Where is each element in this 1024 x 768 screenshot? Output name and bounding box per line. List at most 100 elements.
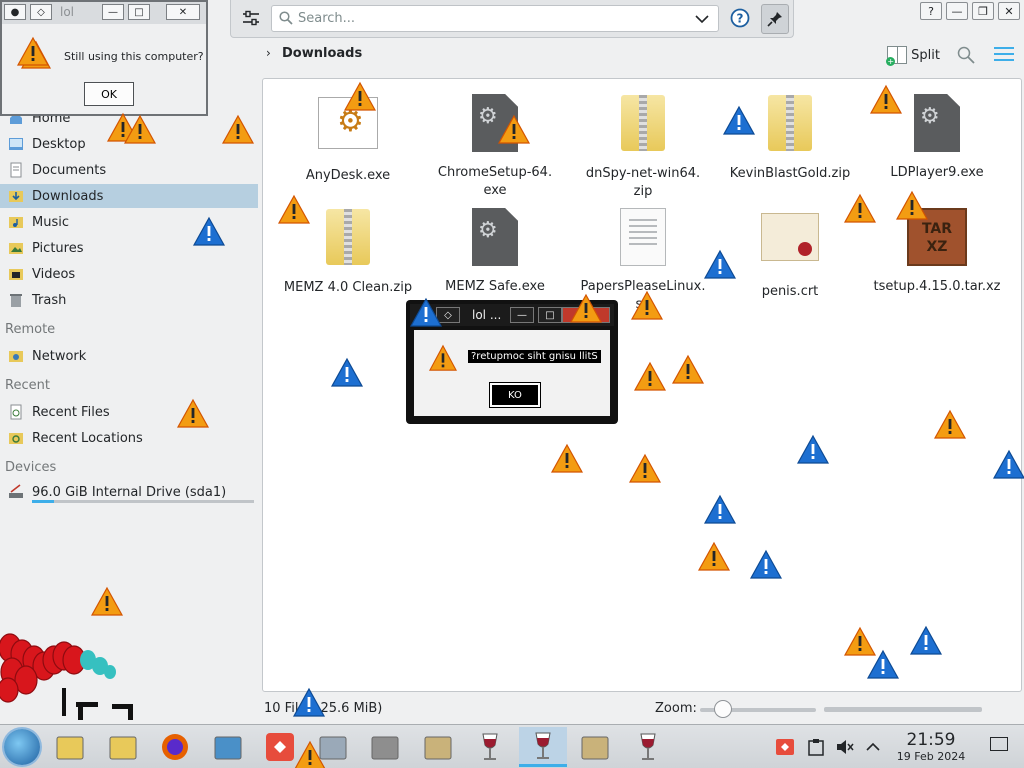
minimize-button[interactable]: — — [510, 307, 534, 323]
ok-button[interactable]: OK — [84, 82, 134, 106]
taskbar-app[interactable] — [99, 727, 147, 767]
sidebar-item-music[interactable]: Music — [0, 210, 258, 234]
close-button[interactable]: ✕ — [562, 307, 610, 323]
taskbar-app[interactable] — [204, 727, 252, 767]
split-label: Split — [911, 47, 940, 63]
file-item[interactable]: penis.crt — [725, 205, 855, 301]
taskbar-app[interactable] — [624, 727, 672, 767]
taskbar-app[interactable] — [256, 727, 304, 767]
pin-button[interactable] — [761, 4, 789, 34]
volume-muted-icon[interactable] — [836, 739, 854, 755]
file-view[interactable]: AnyDesk.exe ChromeSetup-64. exe dnSpy-net-… — [262, 78, 1022, 692]
documents-icon — [10, 162, 22, 178]
wine-notepad-icon — [581, 736, 609, 760]
file-item[interactable]: dnSpy-net-win64. zip — [578, 91, 708, 201]
breadcrumb-current[interactable]: Downloads — [282, 46, 362, 61]
file-item[interactable]: PapersPleaseLinux. sh — [578, 205, 708, 314]
zoom-slider-handle[interactable] — [714, 700, 733, 718]
dialog-title: lol ... — [472, 308, 502, 322]
sidebar-item-desktop[interactable]: Desktop — [0, 132, 258, 156]
file-item[interactable]: TAR XZ tsetup.4.15.0.tar.xz — [872, 205, 1002, 296]
file-item[interactable]: MEMZ 4.0 Clean.zip — [283, 205, 413, 297]
search-input[interactable] — [298, 8, 678, 29]
sidebar-heading-recent: Recent — [5, 378, 50, 393]
firefox-icon — [162, 734, 188, 760]
hamburger-menu-icon[interactable] — [994, 47, 1014, 63]
window-controls: ? — ❐ ✕ — [920, 2, 1020, 20]
help-button[interactable]: ? — [727, 6, 753, 32]
close-button[interactable]: ✕ — [166, 4, 200, 20]
chevron-down-icon[interactable] — [694, 12, 710, 26]
file-item[interactable]: KevinBlastGold.zip — [725, 91, 855, 183]
split-button[interactable]: + Split — [886, 44, 940, 66]
status-bar: 10 Fil 25.6 MiB) Zoom: — [262, 698, 1022, 720]
dialog-titlebar: ● ◇ lol — □ ✕ — [2, 2, 206, 24]
taskbar-app[interactable] — [309, 727, 357, 767]
ok-button[interactable]: KO — [489, 382, 541, 408]
file-name: MEMZ Safe.exe — [445, 279, 545, 294]
taskbar-app[interactable] — [361, 727, 409, 767]
maximize-button[interactable]: □ — [128, 4, 150, 20]
file-count: 10 Fil 25.6 MiB) — [264, 701, 383, 716]
clock[interactable]: 21:59 19 Feb 2024 — [888, 730, 974, 764]
taskbar-app[interactable] — [466, 727, 514, 767]
sidebar-item-downloads[interactable]: Downloads — [0, 184, 258, 208]
taskbar-app[interactable] — [151, 727, 199, 767]
wine-notepad-icon — [424, 736, 451, 760]
maximize-button[interactable]: ❐ — [972, 2, 994, 20]
taskbar-app[interactable] — [518, 727, 567, 767]
filter-settings-icon[interactable] — [239, 6, 263, 30]
file-manager-icon — [109, 736, 136, 760]
chevron-right-icon[interactable]: › — [266, 46, 271, 60]
sidebar-item-recent-files[interactable]: Recent Files — [0, 400, 258, 424]
dialog-titlebar: ◇ lol ... — □ ✕ — [410, 304, 614, 326]
minimize-button[interactable]: — — [946, 2, 968, 20]
file-item[interactable]: ChromeSetup-64. exe — [430, 91, 560, 200]
anydesk-tray-icon[interactable] — [776, 739, 794, 755]
free-space-bar — [824, 707, 982, 712]
sidebar-item-pictures[interactable]: Pictures — [0, 236, 258, 260]
taskbar-app[interactable] — [571, 727, 619, 767]
keep-above-button[interactable]: ? — [920, 2, 942, 20]
file-name: AnyDesk.exe — [305, 168, 391, 183]
help-icon: ? — [730, 8, 750, 28]
app-menu-icon[interactable]: ● — [4, 4, 26, 20]
close-button[interactable]: ✕ — [998, 2, 1020, 20]
sidebar-item-recent-locations[interactable]: Recent Locations — [0, 426, 258, 450]
taskbar-app[interactable] — [414, 727, 462, 767]
sidebar-item-trash[interactable]: Trash — [0, 288, 258, 312]
search-icon[interactable] — [956, 45, 976, 65]
file-name: dnSpy-net-win64. zip — [585, 166, 701, 199]
sidebar-item-network[interactable]: Network — [0, 344, 258, 368]
start-menu-button[interactable] — [4, 729, 40, 765]
keep-above-button[interactable]: ◇ — [30, 4, 52, 20]
taskbar-app[interactable] — [46, 727, 94, 767]
search-field[interactable] — [271, 5, 719, 32]
maximize-button[interactable]: □ — [538, 307, 562, 323]
clipboard-icon[interactable] — [808, 738, 824, 756]
file-item[interactable]: LDPlayer9.exe — [872, 91, 1002, 182]
videos-icon — [9, 269, 23, 280]
keep-above-button[interactable]: ◇ — [436, 307, 460, 323]
zip-archive-icon — [758, 95, 822, 159]
executable-icon — [463, 94, 527, 158]
wine-app-icon — [371, 736, 399, 760]
zoom-label: Zoom: — [655, 701, 697, 716]
drive-usage-bar — [32, 500, 254, 503]
chevron-up-icon[interactable] — [866, 742, 880, 752]
file-name: MEMZ 4.0 Clean.zip — [283, 280, 413, 295]
clock-time: 21:59 — [906, 730, 956, 750]
file-item[interactable]: AnyDesk.exe — [283, 91, 413, 185]
network-icon — [9, 351, 23, 362]
sidebar-heading-remote: Remote — [5, 322, 56, 337]
dialog-title: lol — [60, 5, 75, 19]
wine-glass-icon — [482, 733, 498, 760]
memz-snake-effect — [0, 633, 133, 720]
minimize-button[interactable]: — — [102, 4, 124, 20]
file-item[interactable]: MEMZ Safe.exe — [430, 205, 560, 296]
remote-desktop-icon — [214, 736, 241, 760]
sidebar-item-documents[interactable]: Documents — [0, 158, 258, 182]
sidebar-item-videos[interactable]: Videos — [0, 262, 258, 286]
downloads-icon — [9, 191, 23, 202]
show-desktop-button[interactable] — [990, 737, 1008, 751]
